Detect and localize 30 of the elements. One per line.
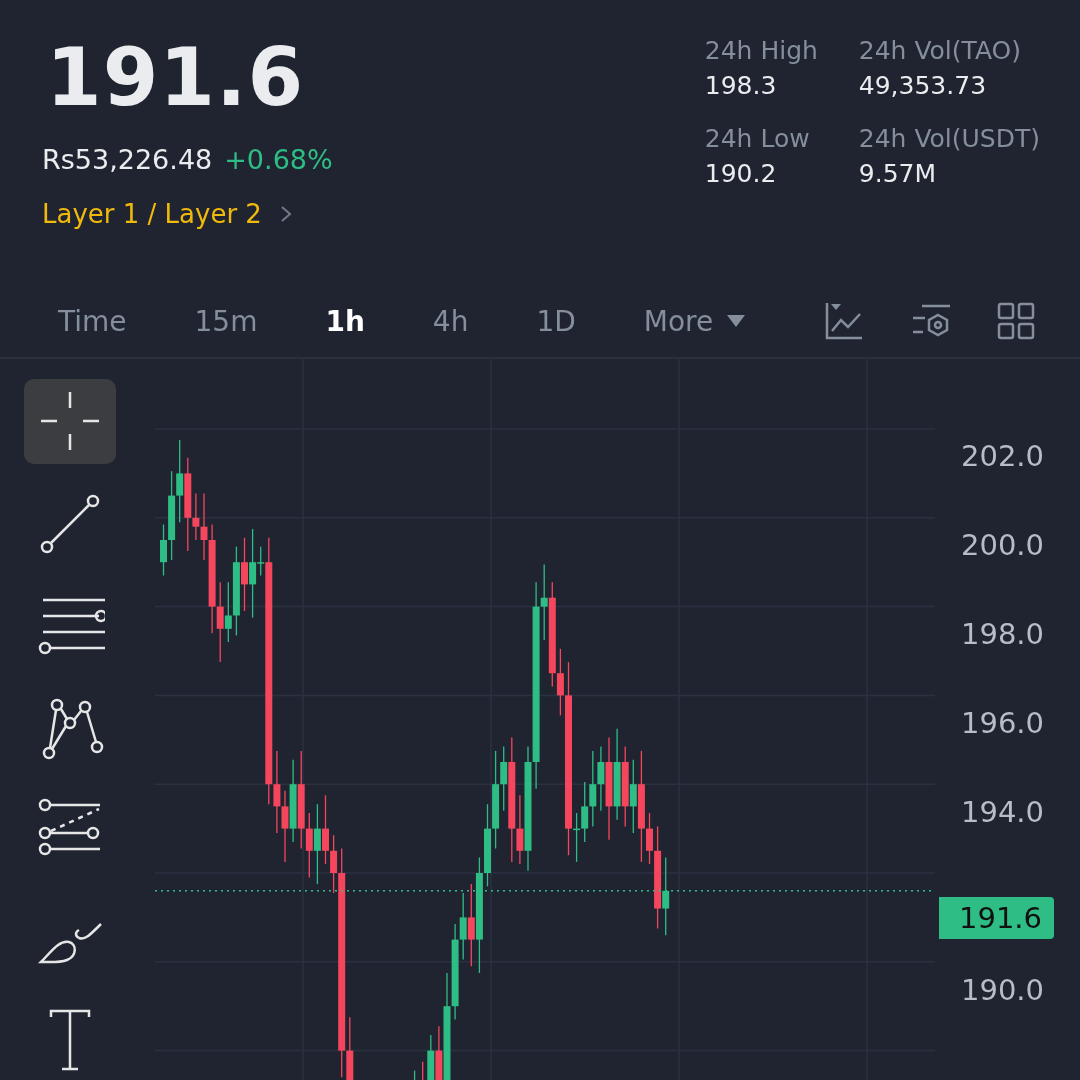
price-axis-label: 190.0 [960, 971, 1045, 1009]
price-axis-label: 196.0 [960, 704, 1045, 742]
stat-label: 24h Low [704, 124, 811, 153]
price-axis-label: 194.0 [960, 793, 1045, 831]
candlestick [422, 1061, 424, 1080]
interval-tab[interactable]: 15m [194, 304, 258, 338]
stat-value: 190.2 [704, 159, 778, 188]
stat-label: 24h Vol(USDT) [858, 124, 1040, 153]
price-axis-label: 198.0 [960, 615, 1045, 653]
current-price-badge: 191.6 [939, 896, 1055, 939]
interval-tab[interactable]: 1D [536, 304, 576, 338]
price-axis-label: 200.0 [960, 526, 1045, 564]
category-link[interactable]: Layer 1 / Layer 2 [42, 199, 262, 229]
stat-value: 9.57M [858, 159, 938, 188]
interval-tab[interactable]: 1h [325, 304, 365, 338]
candlestick [413, 1069, 416, 1080]
last-price: 191.6 [46, 38, 306, 118]
price-change: +0.68% [224, 144, 333, 175]
line-chart-icon[interactable] [824, 301, 864, 341]
stat-value: 198.3 [704, 71, 778, 100]
stat-value: 49,353.73 [858, 71, 988, 100]
chevron-right-icon [279, 205, 292, 223]
price-axis-label: 202.0 [960, 437, 1045, 475]
stat-label: 24h High [704, 36, 819, 65]
interval-tab[interactable]: More [643, 304, 746, 338]
grid-layout-icon[interactable] [996, 301, 1036, 341]
interval-tab[interactable]: 4h [432, 304, 469, 338]
fiat-price: Rs53,226.48 [42, 144, 213, 175]
interval-tab[interactable]: Time [58, 304, 127, 338]
stat-label: 24h Vol(TAO) [858, 36, 1022, 65]
